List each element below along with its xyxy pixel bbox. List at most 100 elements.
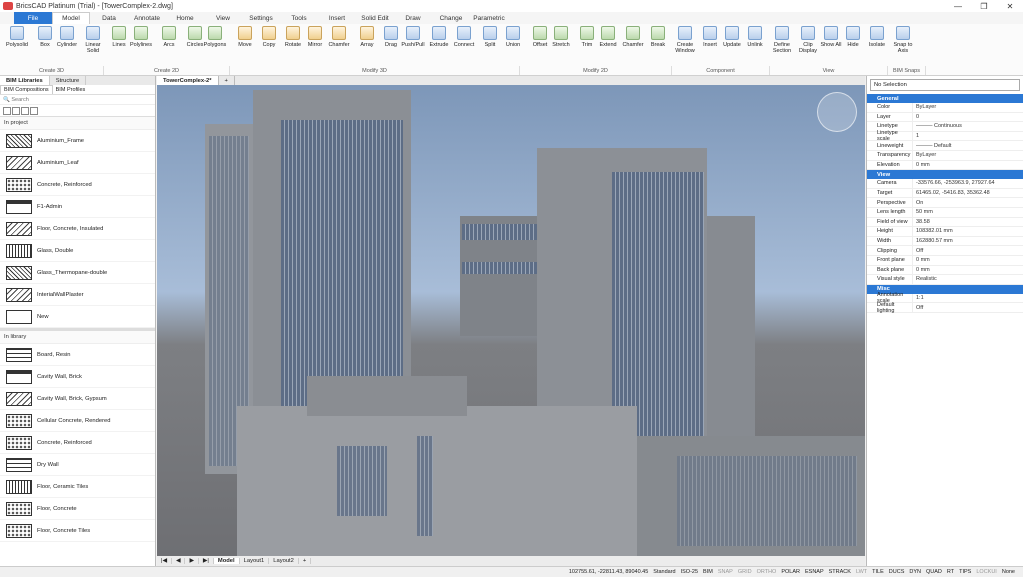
status-toggle-iso-25[interactable]: ISO-25: [681, 569, 698, 575]
refresh-icon[interactable]: [30, 106, 38, 115]
property-row[interactable]: Target 61465.02, -5416.83, 35362.48: [867, 188, 1023, 199]
nav-next-icon[interactable]: ▶: [185, 558, 199, 564]
search-input[interactable]: 🔍 Search: [0, 95, 155, 105]
extrude-button[interactable]: Extrude: [426, 26, 452, 66]
property-row[interactable]: Clipping Off: [867, 246, 1023, 256]
add-layout-button[interactable]: +: [299, 558, 312, 564]
status-toggle-snap[interactable]: SNAP: [718, 569, 733, 575]
list-item[interactable]: F1-Admin: [0, 196, 155, 218]
status-toggle-dyn[interactable]: DYN: [909, 569, 921, 575]
snap-to-axis-button[interactable]: Snap to Axis: [890, 26, 916, 66]
library-icon[interactable]: [21, 106, 29, 115]
stretch-button[interactable]: Stretch: [548, 26, 574, 66]
move-button[interactable]: Move: [232, 26, 258, 66]
polysolid-button[interactable]: Polysolid: [4, 26, 30, 66]
tab-layout1[interactable]: Layout1: [240, 558, 270, 564]
tab-towercomplex-2[interactable]: TowerComplex-2*: [157, 76, 219, 85]
property-row[interactable]: Field of view 38.58: [867, 217, 1023, 228]
copy-button[interactable]: Copy: [256, 26, 282, 66]
hide-button[interactable]: Hide: [840, 26, 866, 66]
status-toggle-rt[interactable]: RT: [947, 569, 954, 575]
nav-last-icon[interactable]: ▶|: [199, 558, 214, 564]
list-item[interactable]: Cavity Wall, Brick: [0, 366, 155, 388]
property-row[interactable]: Height 108382.01 mm: [867, 227, 1023, 237]
list-item[interactable]: Glass, Double: [0, 240, 155, 262]
list-item[interactable]: Concrete, Reinforced: [0, 174, 155, 196]
tab-view[interactable]: View: [204, 12, 242, 24]
polylines-button[interactable]: Polylines: [128, 26, 154, 66]
list-item[interactable]: InterialWallPlaster: [0, 284, 155, 306]
tab-parametric[interactable]: Parametric: [470, 12, 508, 24]
property-row[interactable]: Camera -33576.66, -253963.9, 27927.64: [867, 179, 1023, 189]
nav-first-icon[interactable]: |◀: [157, 558, 172, 564]
property-row[interactable]: Lens length 50 mm: [867, 207, 1023, 218]
list-item[interactable]: Dry Wall: [0, 454, 155, 476]
status-toggle-polar[interactable]: POLAR: [781, 569, 800, 575]
list-item[interactable]: Floor, Concrete: [0, 498, 155, 520]
status-toggle-none[interactable]: None: [1002, 569, 1015, 575]
status-toggle-grid[interactable]: GRID: [738, 569, 752, 575]
minimize-button[interactable]: —: [945, 0, 971, 12]
arcs-button[interactable]: Arcs: [156, 26, 182, 66]
list-item[interactable]: Aluminium_Leaf: [0, 152, 155, 174]
push-pull-button[interactable]: Push/Pull: [400, 26, 426, 66]
tab-structure[interactable]: Structure: [50, 76, 87, 85]
property-row[interactable]: Front plane 0 mm: [867, 255, 1023, 266]
tab-tools[interactable]: Tools: [280, 12, 318, 24]
list-item[interactable]: Cavity Wall, Brick, Gypsum: [0, 388, 155, 410]
maximize-button[interactable]: ❐: [971, 0, 997, 12]
status-toggle-strack[interactable]: STRACK: [829, 569, 851, 575]
3d-viewport[interactable]: [157, 76, 865, 556]
chamfer-button[interactable]: Chamfer: [326, 26, 352, 66]
property-row[interactable]: Lineweight ——— Default: [867, 141, 1023, 151]
tab-settings[interactable]: Settings: [242, 12, 280, 24]
filter-icon[interactable]: [3, 106, 11, 115]
tab-solid-edit[interactable]: Solid Edit: [356, 12, 394, 24]
status-toggle-esnap[interactable]: ESNAP: [805, 569, 824, 575]
tab-data[interactable]: Data: [90, 12, 128, 24]
status-toggle-quad[interactable]: QUAD: [926, 569, 942, 575]
material-icon[interactable]: [12, 106, 20, 115]
isolate-button[interactable]: Isolate: [864, 26, 890, 66]
list-item[interactable]: Floor, Concrete Tiles: [0, 520, 155, 542]
selection-dropdown[interactable]: No Selection: [870, 79, 1020, 91]
view-section-header[interactable]: View: [867, 170, 1023, 180]
property-row[interactable]: Color ByLayer: [867, 103, 1023, 113]
tab-model[interactable]: Model: [52, 12, 90, 24]
view-cube-icon[interactable]: [817, 92, 857, 132]
status-toggle-bim[interactable]: BIM: [703, 569, 713, 575]
general-section-header[interactable]: General: [867, 94, 1023, 103]
property-row[interactable]: Layer 0: [867, 112, 1023, 123]
tab-insert[interactable]: Insert: [318, 12, 356, 24]
status-toggle-ortho[interactable]: ORTHO: [757, 569, 777, 575]
list-item[interactable]: Cellular Concrete, Rendered: [0, 410, 155, 432]
union-button[interactable]: Union: [500, 26, 526, 66]
status-toggle-lwt[interactable]: LWT: [856, 569, 867, 575]
list-item[interactable]: Concrete, Reinforced: [0, 432, 155, 454]
property-row[interactable]: Elevation 0 mm: [867, 160, 1023, 171]
list-item[interactable]: Glass_Thermopane-double: [0, 262, 155, 284]
property-row[interactable]: Back plane 0 mm: [867, 265, 1023, 276]
tab-layout2[interactable]: Layout2: [269, 558, 299, 564]
connect-button[interactable]: Connect: [451, 26, 477, 66]
break-button[interactable]: Break: [645, 26, 671, 66]
status-toggle-standard[interactable]: Standard: [653, 569, 675, 575]
status-toggle-lockui[interactable]: LOCKUI: [976, 569, 996, 575]
linear-solid-button[interactable]: Linear Solid: [80, 26, 106, 66]
list-item[interactable]: Aluminium_Frame: [0, 130, 155, 152]
tab-bim-profiles[interactable]: BIM Profiles: [53, 85, 89, 94]
nav-prev-icon[interactable]: ◀: [172, 558, 186, 564]
property-row[interactable]: Transparency ByLayer: [867, 150, 1023, 161]
property-row[interactable]: Width 162880.57 mm: [867, 236, 1023, 247]
array-button[interactable]: Array: [354, 26, 380, 66]
tab-draw[interactable]: Draw: [394, 12, 432, 24]
property-row[interactable]: Default lighting Off: [867, 302, 1023, 314]
property-row[interactable]: Perspective On: [867, 198, 1023, 208]
cylinder-button[interactable]: Cylinder: [54, 26, 80, 66]
extend-button[interactable]: Extend: [595, 26, 621, 66]
chamfer-button[interactable]: Chamfer: [620, 26, 646, 66]
tab-annotate[interactable]: Annotate: [128, 12, 166, 24]
tab-file[interactable]: File: [14, 12, 52, 24]
polygons-button[interactable]: Polygons: [202, 26, 228, 66]
tab-bim-compositions[interactable]: BIM Compositions: [0, 85, 53, 94]
